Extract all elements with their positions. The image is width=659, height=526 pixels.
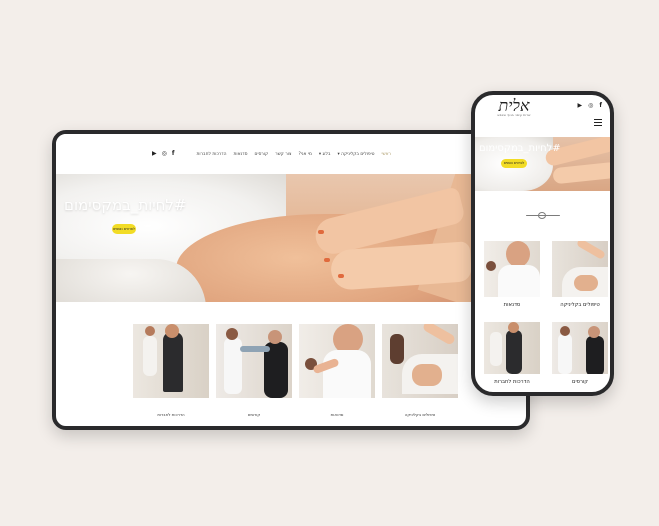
desktop-social-links: ▶ ◎ f	[152, 151, 175, 157]
card-caption: סדנאות	[503, 302, 521, 308]
service-card-courses[interactable]: קורסים	[552, 322, 608, 385]
card-photo	[382, 324, 458, 398]
nav-item-treatments[interactable]: טיפולים בקליניקה ▾	[338, 152, 375, 157]
service-card-corporate[interactable]: הדרכות לחברות	[133, 324, 209, 417]
massage-hand-image	[552, 161, 610, 185]
nav-item-courses[interactable]: קורסים	[255, 152, 269, 157]
swirl-divider-icon	[525, 211, 560, 221]
nav-item-home[interactable]: ראשי	[382, 152, 392, 157]
hero-title: #לחיות_במקסימום	[64, 196, 187, 214]
hero-cta-button[interactable]: לפרטים נוספים	[112, 224, 136, 234]
card-caption: טיפולים בקליניקה	[404, 412, 436, 417]
instagram-icon[interactable]: ◎	[588, 103, 593, 109]
service-card-workshops[interactable]: סדנאות	[299, 324, 375, 417]
card-photo	[484, 322, 540, 374]
service-card-clinic[interactable]: טיפולים בקליניקה	[552, 241, 608, 308]
card-caption: הדרכות לחברות	[157, 412, 185, 417]
facebook-icon[interactable]: f	[599, 103, 602, 109]
youtube-icon[interactable]: ▶	[578, 103, 583, 109]
card-caption: טיפולים בקליניקה	[560, 302, 600, 308]
mobile-social-links: ▶ ◎ f	[578, 103, 603, 109]
hero-cta-button[interactable]: לפרטים נוספים	[501, 159, 527, 168]
service-card-courses[interactable]: קורסים	[216, 324, 292, 417]
card-caption: קורסים	[572, 379, 588, 385]
card-caption: סדנאות	[330, 412, 344, 417]
desktop-header: ▶ ◎ f ראשי טיפולים בקליניקה ▾ בלוג ▾ מי …	[56, 134, 526, 174]
card-photo	[216, 324, 292, 398]
service-card-workshops[interactable]: סדנאות	[484, 241, 540, 308]
mobile-header: אלית שרות עיסוי בגוף ובנפש ▶ ◎ f	[475, 95, 610, 137]
nav-item-blog[interactable]: בלוג ▾	[319, 152, 331, 157]
hamburger-menu-icon[interactable]	[594, 119, 602, 127]
card-caption: קורסים	[247, 412, 261, 417]
hero-title: #לחיות_במקסימום	[479, 143, 561, 154]
logo-mark: אלית	[498, 96, 530, 115]
desktop-nav: ראשי טיפולים בקליניקה ▾ בלוג ▾ מי אני? צ…	[197, 152, 392, 157]
nav-item-corporate[interactable]: הדרכות לחברות	[197, 152, 227, 157]
desktop-mockup: ▶ ◎ f ראשי טיפולים בקליניקה ▾ בלוג ▾ מי …	[52, 130, 530, 430]
nav-item-contact[interactable]: צור קשר	[275, 152, 291, 157]
service-card-clinic[interactable]: טיפולים בקליניקה	[382, 324, 458, 417]
card-photo	[299, 324, 375, 398]
phone-mockup: אלית שרות עיסוי בגוף ובנפש ▶ ◎ f #לחיות_…	[471, 91, 614, 396]
youtube-icon[interactable]: ▶	[152, 151, 157, 157]
nav-item-about[interactable]: מי אני?	[298, 152, 311, 157]
instagram-icon[interactable]: ◎	[162, 151, 167, 157]
nav-item-workshops[interactable]: סדנאות	[234, 152, 248, 157]
service-cards: הדרכות לחברות קורסים סדנאות טיפולים בקלי…	[133, 324, 458, 417]
hero-banner: #לחיות_במקסימום לפרטים נוספים	[56, 174, 526, 302]
service-card-corporate[interactable]: הדרכות לחברות	[484, 322, 540, 385]
card-photo	[133, 324, 209, 398]
mobile-service-cards: סדנאות טיפולים בקליניקה הדרכות לחברות קו…	[475, 241, 610, 385]
mobile-hero-banner: #לחיות_במקסימום לפרטים נוספים	[475, 137, 610, 191]
decorative-divider	[475, 191, 610, 241]
card-photo	[552, 322, 608, 374]
facebook-icon[interactable]: f	[172, 151, 175, 157]
card-photo	[484, 241, 540, 297]
site-logo[interactable]: אלית שרות עיסוי בגוף ובנפש	[497, 96, 531, 118]
card-photo	[552, 241, 608, 297]
card-caption: הדרכות לחברות	[494, 379, 530, 385]
